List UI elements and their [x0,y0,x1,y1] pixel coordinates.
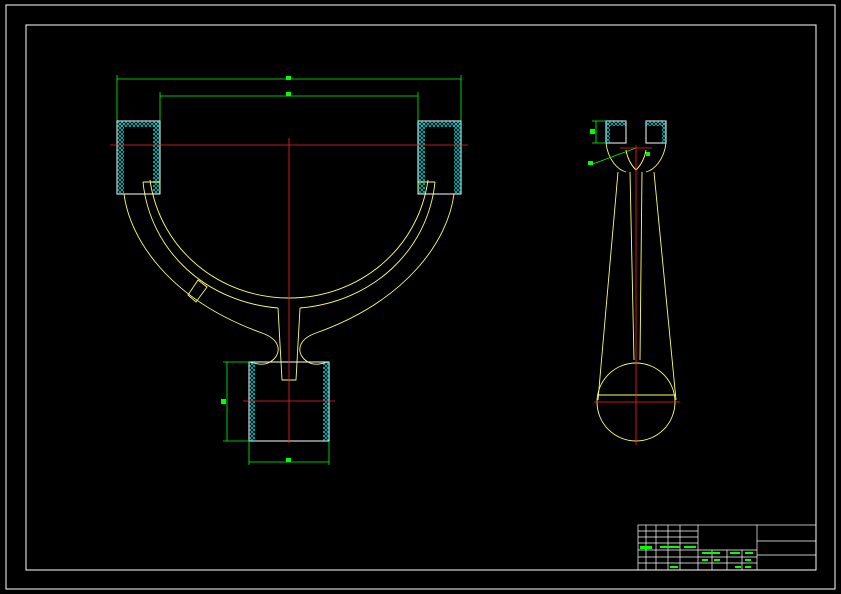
dimension-yoke-height [590,120,606,144]
outer-sheet-border [5,4,836,590]
dimension-inner-width [159,92,419,121]
dimension-hub-height [221,361,249,442]
right-boss-section [417,120,462,195]
left-boss-section [116,120,161,195]
dimension-overall-width [116,75,462,121]
inner-sheet-border [25,24,817,571]
rod-outline [596,142,677,442]
cad-drawing [5,4,836,590]
dimension-hub-width [248,441,330,465]
dimension-radius-leader [588,147,650,166]
rod-top-yoke [605,120,667,144]
cad-drawing-canvas [0,0,841,594]
side-view-connecting-rod [588,120,680,445]
front-centerlines [110,138,468,443]
front-view-fork [110,75,468,465]
